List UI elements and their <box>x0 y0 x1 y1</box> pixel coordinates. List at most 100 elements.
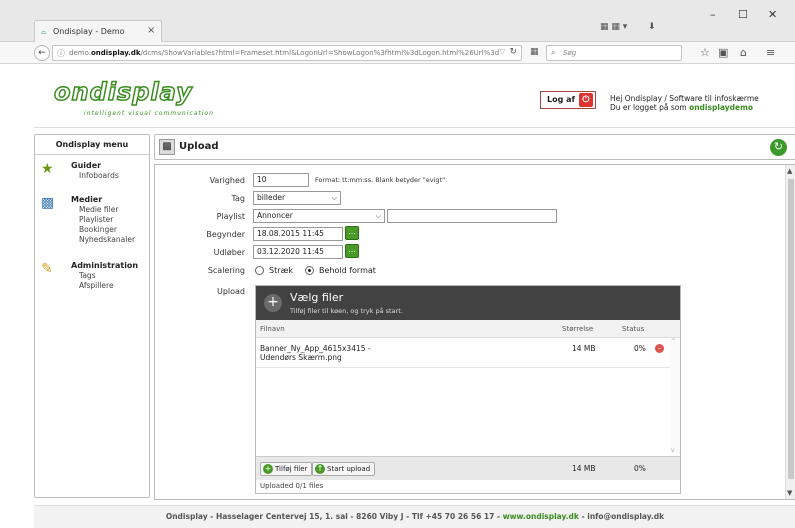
sidebar-group-title[interactable]: Guider <box>71 161 101 170</box>
library-icon[interactable]: ▣ <box>718 46 728 59</box>
tag-select[interactable]: billeder ⌵ <box>253 191 341 205</box>
begynder-label: Begynder <box>206 230 245 239</box>
playlist-text-input[interactable] <box>387 209 557 223</box>
main-header: ▩ Upload ↻ <box>154 134 795 160</box>
window-minimize-button[interactable]: – <box>710 8 716 21</box>
main-panel: ▩ Upload ↻ ▲ ▼ Varighed 10 Format: tt:mm… <box>154 134 795 500</box>
sidebar-item-nyhedskanaler[interactable]: Nyhedskanaler <box>79 235 135 244</box>
scroll-down-icon[interactable]: v <box>671 447 675 454</box>
scalering-label: Scalering <box>207 266 245 275</box>
site-info-icon[interactable]: ⓘ <box>57 48 65 59</box>
uploader-column-headers: Filnavn Størrelse Status <box>256 320 680 338</box>
footer-email: - info@ondisplay.dk <box>578 512 665 521</box>
udlober-input[interactable]: 03.12.2020 11:45 <box>253 245 343 259</box>
choose-files-button[interactable]: + Vælg filer Tilføj filer til køen, og t… <box>256 286 680 320</box>
chevron-down-icon: ⌵ <box>375 212 381 220</box>
sidebar-item-afspillere[interactable]: Afspillere <box>79 281 114 290</box>
file-list-scrollbar[interactable]: ^ v <box>670 338 680 454</box>
logged-in-user: ondisplaydemo <box>689 103 754 112</box>
tag-label: Tag <box>231 194 245 203</box>
sidebar-item-infoboards[interactable]: Infoboards <box>79 171 119 180</box>
greeting-line2: Du er logget på som <box>610 103 690 112</box>
url-text: demo.ondisplay.dk/dcms/ShowVariables?htm… <box>69 49 499 57</box>
sidebar-item-playlister[interactable]: Playlister <box>79 215 113 224</box>
download-icon[interactable]: ⬇ <box>648 22 656 32</box>
footer-website-link[interactable]: www.ondisplay.dk <box>503 512 579 521</box>
scalering-straek-radio[interactable] <box>255 266 264 275</box>
udlober-label: Udløber <box>213 248 245 257</box>
sidebar-item-bookinger[interactable]: Bookinger <box>79 225 117 234</box>
file-size: 14 MB <box>572 344 596 353</box>
wrench-icon: ✎ <box>41 261 53 277</box>
page-title: Upload <box>179 141 219 152</box>
browser-nav-bar: ← ⓘ demo.ondisplay.dk/dcms/ShowVariables… <box>0 42 795 64</box>
col-filnavn: Filnavn <box>260 325 285 333</box>
scalering-behold-label: Behold format <box>319 266 376 275</box>
site-header: ondisplay intelligent visual communicati… <box>34 64 795 128</box>
user-greeting: Hej Ondisplay / Software til infoskærme … <box>610 94 759 112</box>
star-icon: ★ <box>41 161 54 177</box>
file-percent: 0% <box>634 344 646 353</box>
varighed-input[interactable]: 10 <box>253 173 309 187</box>
scroll-down-icon[interactable]: ▼ <box>787 489 792 497</box>
footer-address: Ondisplay - Hasselager Centervej 15, 1. … <box>165 512 503 521</box>
uploader-title: Vælg filer <box>290 291 344 304</box>
scalering-straek-label: Stræk <box>269 266 293 275</box>
upload-page-icon: ▩ <box>159 139 175 155</box>
add-icon: + <box>263 464 273 474</box>
col-storrelse: Størrelse <box>562 325 594 333</box>
tiles-icon[interactable]: ▦ <box>530 47 539 57</box>
scalering-behold-radio[interactable] <box>305 266 314 275</box>
refresh-icon[interactable]: ↻ <box>770 139 787 156</box>
window-maximize-button[interactable]: ☐ <box>738 8 748 21</box>
home-icon[interactable]: ⌂ <box>740 46 747 59</box>
chevron-down-icon: ⌵ <box>331 194 337 202</box>
browser-tab[interactable]: ⌓ Ondisplay - Demo × <box>34 20 162 42</box>
tab-close-icon[interactable]: × <box>147 25 155 36</box>
upload-arrow-icon: ↑ <box>315 464 325 474</box>
logo-word: ondisplay <box>53 77 193 107</box>
window-close-button[interactable]: ✕ <box>768 8 777 21</box>
start-upload-button[interactable]: ↑ Start upload <box>312 462 376 476</box>
remove-file-icon[interactable]: – <box>655 344 664 353</box>
udlober-calendar-button[interactable]: ... <box>345 244 359 258</box>
playlist-label: Playlist <box>216 212 245 221</box>
tag-select-value: billeder <box>257 193 286 202</box>
sidebar-group-title[interactable]: Administration <box>71 261 138 270</box>
uploader-footer: + Tilføj filer ↑ Start upload 14 MB 0% <box>256 456 680 480</box>
ondisplay-logo[interactable]: ondisplay intelligent visual communicati… <box>53 77 213 117</box>
start-upload-label: Start upload <box>327 465 371 473</box>
total-percent: 0% <box>634 464 646 473</box>
upload-form: ▲ ▼ Varighed 10 Format: tt:mm:ss. Blank … <box>154 164 795 500</box>
scrollbar-thumb[interactable] <box>788 179 794 479</box>
content-scrollbar[interactable]: ▲ ▼ <box>785 165 795 499</box>
bookmark-star-icon[interactable]: ☆ <box>700 46 710 59</box>
scroll-up-icon[interactable]: ▲ <box>787 167 792 175</box>
search-icon: ⌕ <box>551 48 556 57</box>
sidebar-group-title[interactable]: Medier <box>71 195 102 204</box>
total-size: 14 MB <box>572 464 596 473</box>
back-button[interactable]: ← <box>34 45 50 61</box>
add-files-button[interactable]: + Tilføj filer <box>260 462 313 476</box>
menu-icon[interactable]: ≡ <box>766 46 775 59</box>
sidebar-item-tags[interactable]: Tags <box>79 271 96 280</box>
file-row: Banner_Ny_App_4615x3415 - Udendørs Skærm… <box>256 338 670 368</box>
sidebar-item-medie-filer[interactable]: Medie filer <box>79 205 118 214</box>
begynder-input[interactable]: 18.08.2015 11:45 <box>253 227 343 241</box>
begynder-calendar-button[interactable]: ... <box>345 226 359 240</box>
url-dropdown-icon[interactable]: ▽ <box>500 48 505 56</box>
file-uploader: + Vælg filer Tilføj filer til køen, og t… <box>255 285 681 494</box>
logout-label: Log af <box>547 95 575 104</box>
reload-icon[interactable]: ↻ <box>509 47 517 57</box>
search-input[interactable]: ⌕ Søg <box>546 45 682 61</box>
playlist-select[interactable]: Annoncer ⌵ <box>253 209 385 223</box>
logout-button[interactable]: Log af ⏻ <box>540 91 596 109</box>
plus-icon: + <box>264 294 282 312</box>
upload-label: Upload <box>216 287 245 296</box>
playlist-select-value: Annoncer <box>257 211 293 220</box>
extension-icon[interactable]: ▦ ▦ ▾ <box>600 22 627 32</box>
search-placeholder: Søg <box>563 49 577 57</box>
media-image-icon: ▩ <box>41 195 55 211</box>
scroll-up-icon[interactable]: ^ <box>671 338 676 345</box>
url-bar[interactable]: ⓘ demo.ondisplay.dk/dcms/ShowVariables?h… <box>52 45 522 61</box>
